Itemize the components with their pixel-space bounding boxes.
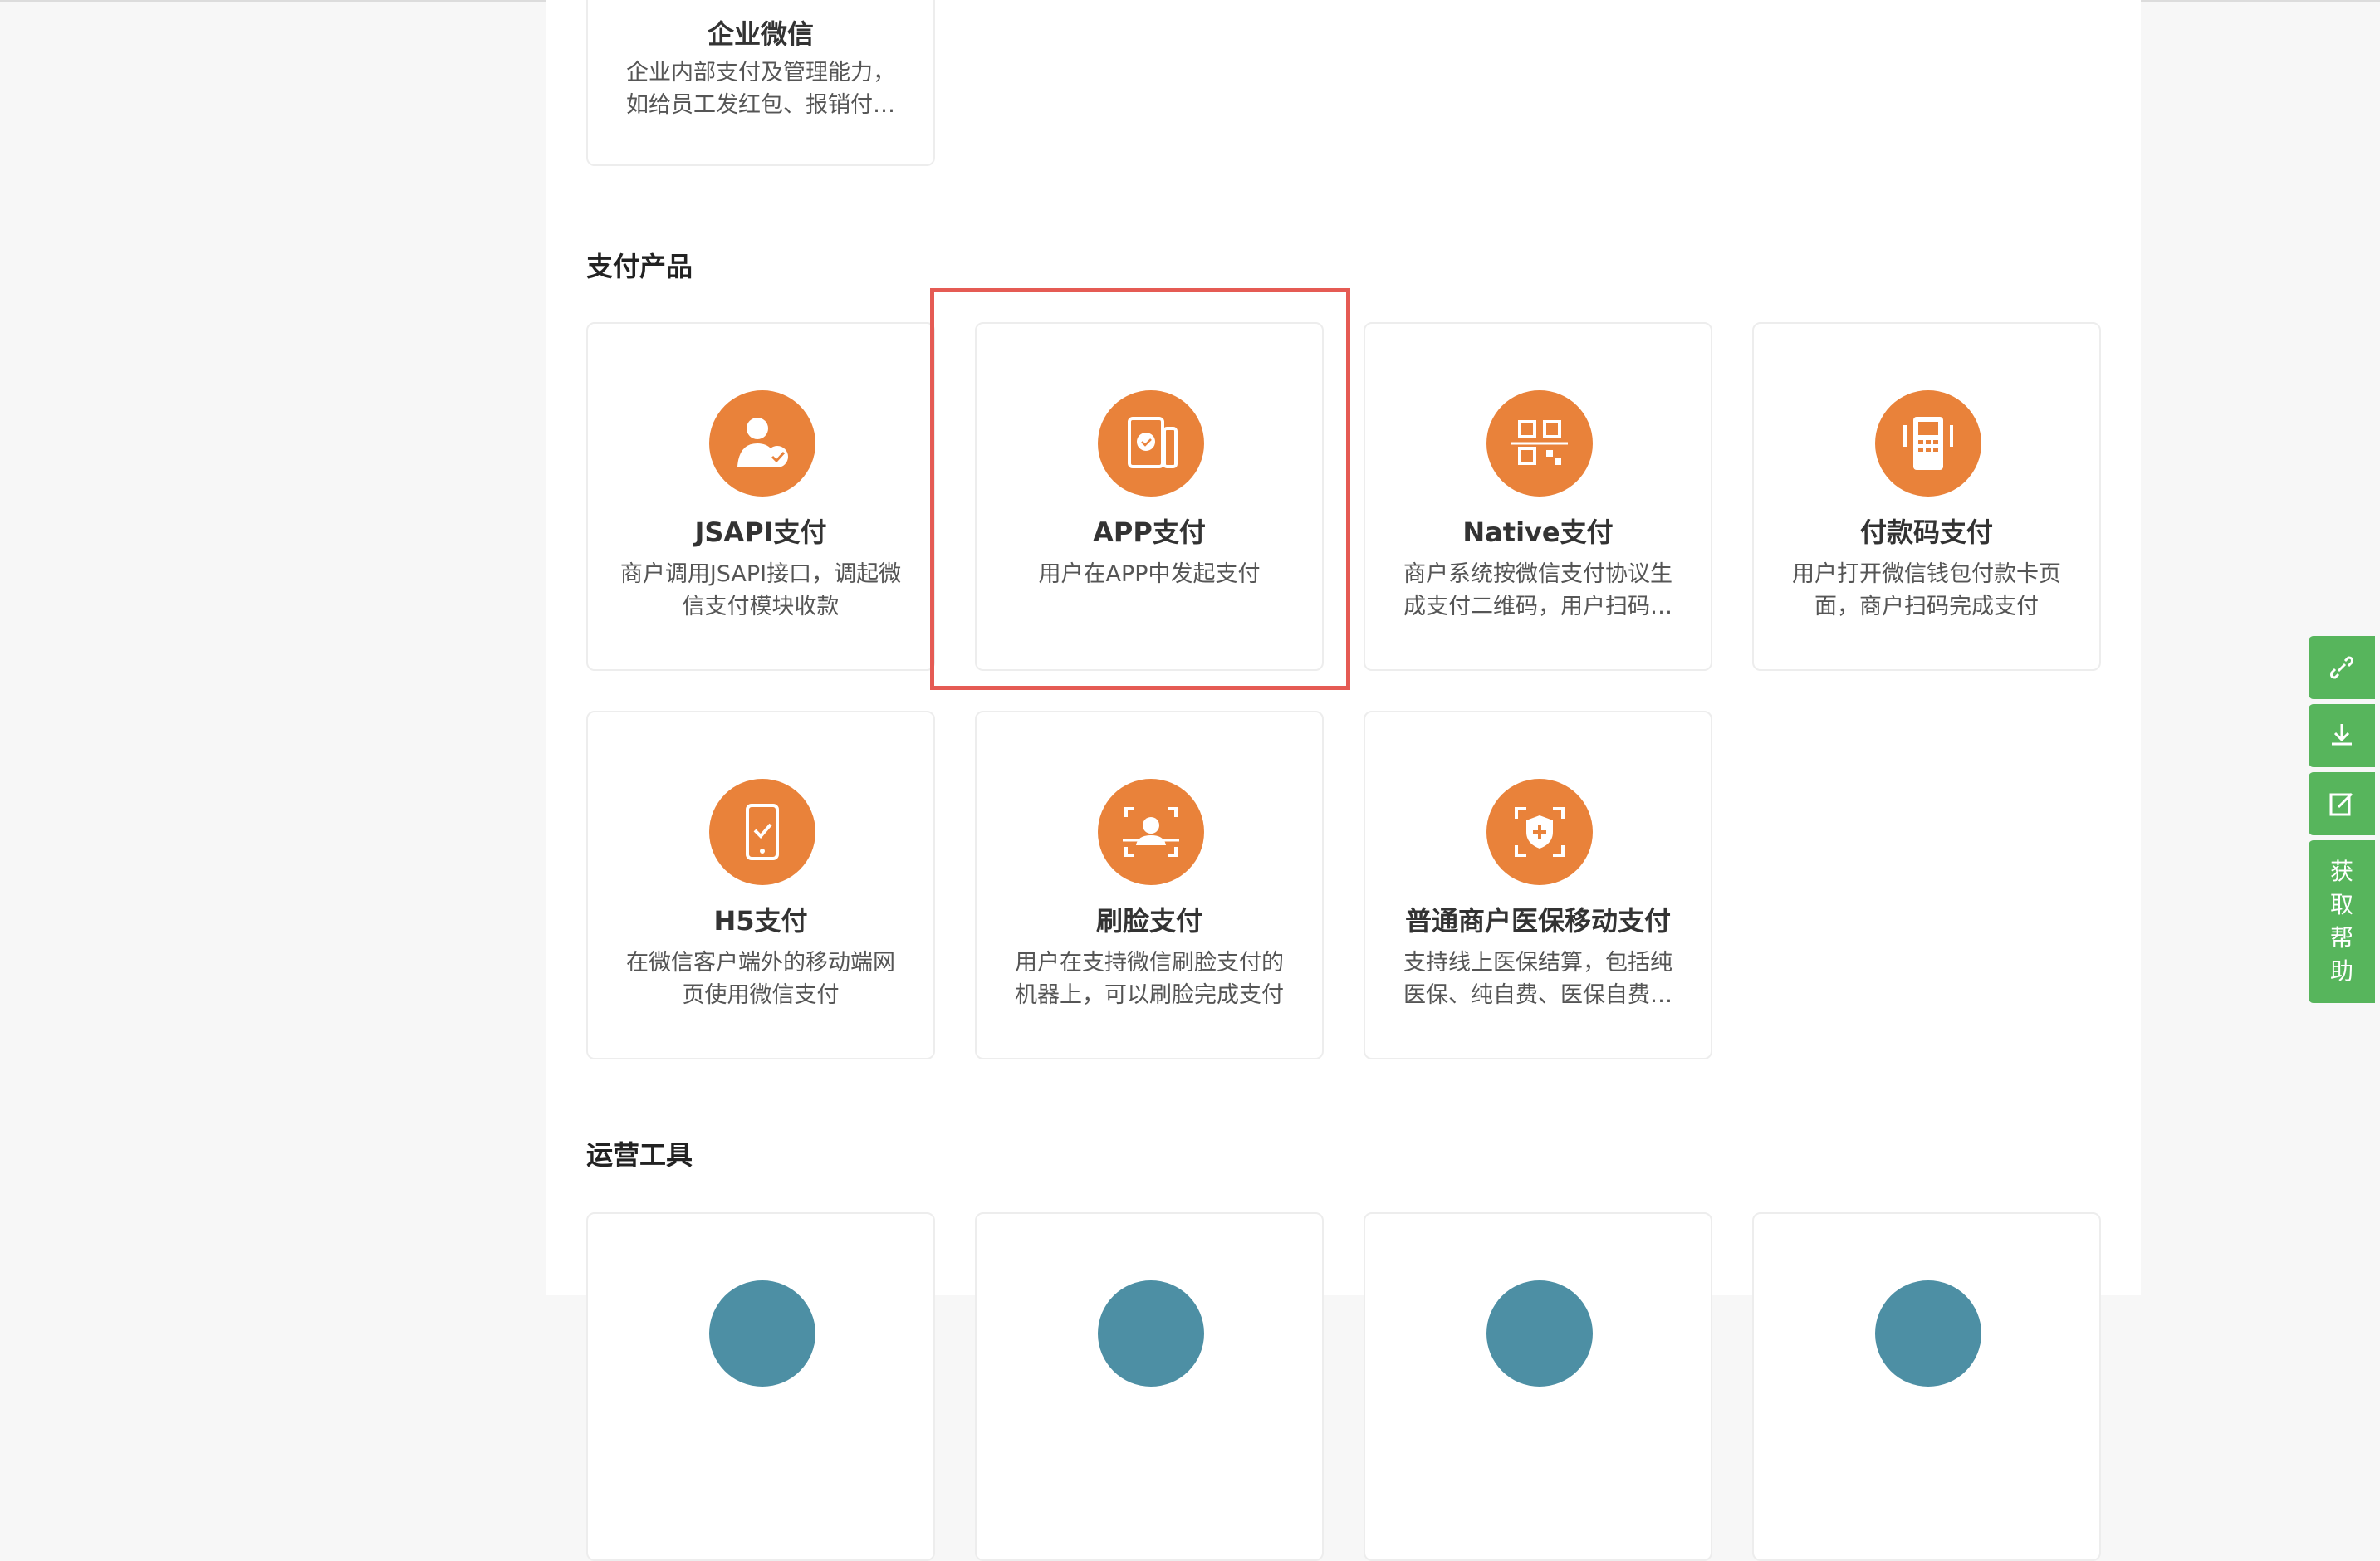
product-card-jsapi[interactable]: JSAPI支付 商户调用JSAPI接口，调起微信支付模块收款	[586, 322, 935, 671]
tool-card[interactable]	[975, 1212, 1324, 1561]
card-desc: 商户调用JSAPI接口，调起微信支付模块收款	[619, 561, 902, 619]
card-title: Native支付	[1462, 516, 1614, 548]
product-card-wework[interactable]: 企业微信 企业内部支付及管理能力，如给员工发红包、报销付款等	[586, 0, 935, 166]
tool-card[interactable]	[1752, 1212, 2101, 1561]
card-title: H5支付	[713, 905, 808, 937]
edit-icon	[2329, 792, 2353, 816]
floating-toolbar: 获取帮助	[2309, 636, 2375, 1003]
card-title: 普通商户医保移动支付	[1404, 905, 1671, 937]
highlight-box	[930, 288, 1350, 690]
pos-terminal-icon	[1875, 390, 1981, 497]
face-scan-icon	[1098, 779, 1204, 885]
section-title-ops-tools: 运营工具	[586, 1139, 693, 1171]
card-desc: 支持线上医保结算，包括纯医保、纯自费、医保自费混合支付	[1403, 950, 1672, 1008]
product-card-h5[interactable]: H5支付 在微信客户端外的移动端网页使用微信支付	[586, 711, 935, 1059]
link-button[interactable]	[2309, 636, 2375, 699]
tool-icon	[1486, 1280, 1593, 1387]
tool-icon	[1098, 1280, 1204, 1387]
download-icon	[2332, 724, 2352, 746]
tool-card[interactable]	[1364, 1212, 1712, 1561]
card-title: JSAPI支付	[694, 516, 827, 548]
card-desc: 企业内部支付及管理能力，如给员工发红包、报销付款等	[626, 60, 895, 118]
download-button[interactable]	[2309, 704, 2375, 767]
product-card-face[interactable]: 刷脸支付 用户在支持微信刷脸支付的机器上，可以刷脸完成支付	[975, 711, 1324, 1059]
card-desc: 用户打开微信钱包付款卡页面，商户扫码完成支付	[1792, 561, 2061, 619]
card-title: 企业微信	[707, 18, 814, 50]
link-icon	[2330, 656, 2353, 679]
mobile-check-icon	[709, 779, 815, 885]
card-desc: 用户在支持微信刷脸支付的机器上，可以刷脸完成支付	[1015, 950, 1284, 1008]
product-card-native[interactable]: Native支付 商户系统按微信支付协议生成支付二维码，用户扫码支付	[1364, 322, 1712, 671]
card-title: 付款码支付	[1859, 516, 1993, 548]
tool-icon	[709, 1280, 815, 1387]
get-help-button[interactable]: 获取帮助	[2309, 840, 2375, 1003]
card-title: 刷脸支付	[1095, 905, 1202, 937]
card-desc: 商户系统按微信支付协议生成支付二维码，用户扫码支付	[1403, 561, 1672, 619]
tool-icon	[1875, 1280, 1981, 1387]
product-card-medical[interactable]: 普通商户医保移动支付 支持线上医保结算，包括纯医保、纯自费、医保自费混合支付	[1364, 711, 1712, 1059]
get-help-label: 获取帮助	[2329, 858, 2353, 985]
product-card-paycode[interactable]: 付款码支付 用户打开微信钱包付款卡页面，商户扫码完成支付	[1752, 322, 2101, 671]
card-desc: 在微信客户端外的移动端网页使用微信支付	[626, 950, 895, 1008]
user-check-icon	[709, 390, 815, 497]
qr-scan-icon	[1486, 390, 1593, 497]
tool-card[interactable]	[586, 1212, 935, 1561]
section-title-pay-products: 支付产品	[586, 251, 693, 282]
feedback-button[interactable]	[2309, 772, 2375, 835]
medical-shield-icon	[1486, 779, 1593, 885]
